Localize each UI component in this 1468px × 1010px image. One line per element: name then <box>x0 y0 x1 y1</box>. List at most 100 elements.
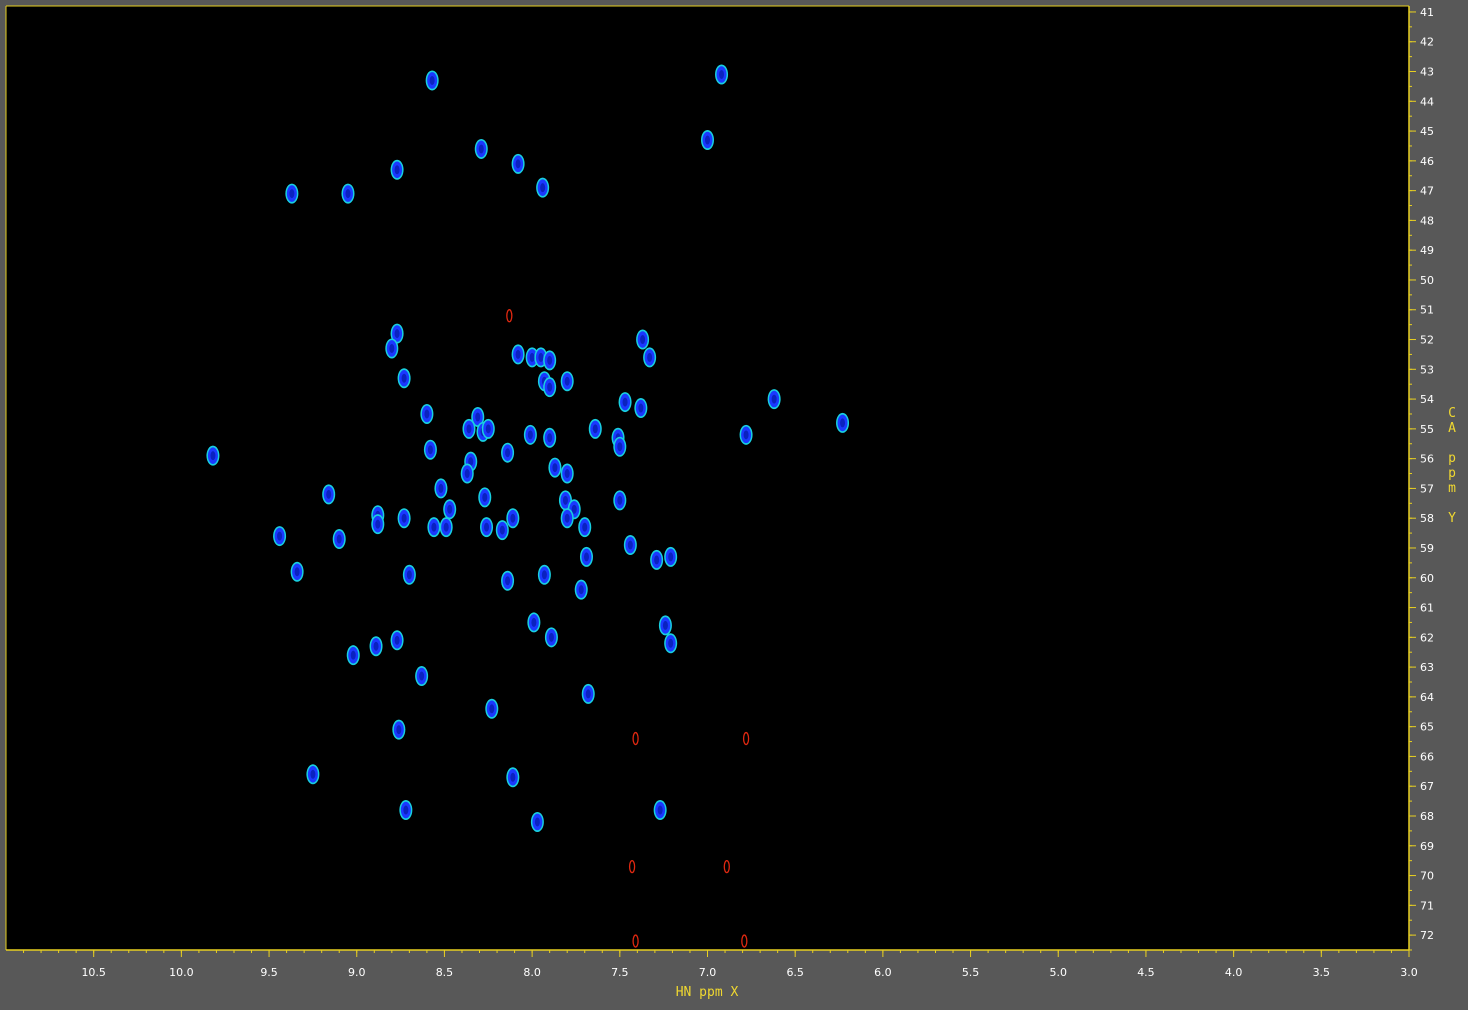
positive-peak <box>653 800 667 821</box>
positive-peak <box>306 764 320 785</box>
x-tick-label: 4.5 <box>1137 966 1155 979</box>
y-tick-label: 52 <box>1420 334 1434 347</box>
x-tick-label: 8.5 <box>436 966 454 979</box>
nmr-spectrum-chart[interactable]: 10.5 10.0 9.5 9.0 8.5 8.0 7.5 7.0 6.5 6.0 5.5 5.0 4.… <box>0 0 1468 1010</box>
y-tick-label: 69 <box>1420 840 1434 853</box>
positive-peak <box>618 392 632 413</box>
x-tick-label: 8.0 <box>523 966 541 979</box>
y-tick-label: 45 <box>1420 125 1434 138</box>
x-tick-label: 3.5 <box>1313 966 1331 979</box>
y-tick-label: 43 <box>1420 66 1434 79</box>
positive-peak <box>399 800 413 821</box>
positive-peak <box>420 403 434 424</box>
positive-peak <box>650 549 664 570</box>
positive-peak <box>543 350 557 371</box>
positive-peak <box>397 508 411 529</box>
positive-peak <box>536 177 550 198</box>
positive-peak <box>543 427 557 448</box>
y-tick-label: 46 <box>1420 155 1434 168</box>
positive-peak <box>578 517 592 538</box>
positive-peak <box>443 499 457 520</box>
positive-peak <box>613 436 627 457</box>
y-tick-label: 72 <box>1420 929 1434 942</box>
y-tick-label: 61 <box>1420 602 1434 615</box>
y-tick-label: 65 <box>1420 721 1434 734</box>
y-tick-label: 68 <box>1420 810 1434 823</box>
x-tick-label: 9.5 <box>260 966 278 979</box>
y-tick-label: 50 <box>1420 274 1434 287</box>
positive-peak <box>715 64 729 85</box>
y-axis-title-char: m <box>1448 481 1456 496</box>
x-tick-label: 4.0 <box>1225 966 1243 979</box>
positive-peak <box>523 424 537 445</box>
y-tick-label: 42 <box>1420 36 1434 49</box>
y-axis-title-char: Y <box>1448 511 1456 526</box>
positive-peak <box>501 570 515 591</box>
positive-peak <box>415 666 429 687</box>
positive-peak <box>664 633 678 654</box>
y-tick-label: 60 <box>1420 572 1434 585</box>
positive-peak <box>511 153 525 174</box>
positive-peak <box>425 70 439 91</box>
y-tick-label: 53 <box>1420 363 1434 376</box>
y-tick-label: 66 <box>1420 750 1434 763</box>
positive-peak <box>560 508 574 529</box>
x-tick-label: 5.0 <box>1050 966 1068 979</box>
y-tick-label: 64 <box>1420 691 1434 704</box>
positive-peak <box>402 564 416 585</box>
positive-peak <box>462 418 476 439</box>
positive-peak <box>390 630 404 651</box>
positive-peak <box>511 344 525 365</box>
positive-peak <box>371 514 385 535</box>
positive-peak <box>527 612 541 633</box>
positive-peak <box>501 442 515 463</box>
positive-peak <box>506 767 520 788</box>
positive-peak <box>285 183 299 204</box>
y-tick-label: 56 <box>1420 453 1434 466</box>
positive-peak <box>495 520 509 541</box>
y-tick-label: 44 <box>1420 95 1434 108</box>
positive-peak <box>397 368 411 389</box>
y-tick-label: 62 <box>1420 631 1434 644</box>
positive-peak <box>485 698 499 719</box>
y-tick-label: 48 <box>1420 214 1434 227</box>
positive-peak <box>369 636 383 657</box>
positive-peak <box>423 439 437 460</box>
positive-peak <box>658 615 672 636</box>
positive-peak <box>543 377 557 398</box>
positive-peak <box>506 508 520 529</box>
positive-peak <box>581 683 595 704</box>
positive-peak <box>574 579 588 600</box>
y-tick-label: 55 <box>1420 423 1434 436</box>
x-axis-title: HN ppm X <box>676 985 739 1000</box>
positive-peak <box>478 487 492 508</box>
positive-peak <box>273 526 287 547</box>
y-tick-label: 58 <box>1420 512 1434 525</box>
x-tick-label: 10.0 <box>169 966 194 979</box>
y-tick-label: 63 <box>1420 661 1434 674</box>
y-tick-label: 47 <box>1420 185 1434 198</box>
positive-peak <box>341 183 355 204</box>
positive-peak <box>767 389 781 410</box>
positive-peak <box>613 490 627 511</box>
positive-peak <box>460 463 474 484</box>
positive-peak <box>385 338 399 359</box>
positive-peak <box>739 424 753 445</box>
y-tick-label: 49 <box>1420 244 1434 257</box>
x-tick-label: 9.0 <box>348 966 366 979</box>
positive-peak <box>548 457 562 478</box>
x-tick-label: 10.5 <box>81 966 106 979</box>
positive-peak <box>434 478 448 499</box>
positive-peak <box>634 398 648 419</box>
positive-peak <box>439 517 453 538</box>
positive-peak <box>701 130 714 151</box>
y-tick-label: 59 <box>1420 542 1434 555</box>
y-tick-label: 51 <box>1420 304 1434 317</box>
y-axis-title-char: A <box>1448 421 1456 436</box>
positive-peak <box>636 329 650 350</box>
positive-peak <box>579 546 593 567</box>
x-tick-label: 6.0 <box>874 966 892 979</box>
x-tick-label: 6.5 <box>786 966 804 979</box>
positive-peak <box>290 561 304 582</box>
positive-peak <box>322 484 336 505</box>
